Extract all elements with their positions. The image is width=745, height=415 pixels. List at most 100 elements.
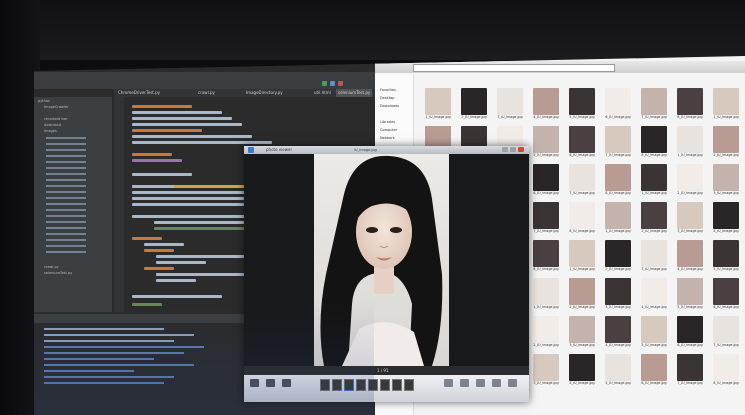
thumbnail-image[interactable] bbox=[677, 354, 703, 381]
thumbnail-image[interactable] bbox=[533, 278, 559, 305]
address-bar[interactable] bbox=[413, 64, 615, 72]
thumbnail-image[interactable] bbox=[713, 164, 739, 191]
thumbnail-image[interactable] bbox=[533, 240, 559, 267]
thumbnail-image[interactable] bbox=[641, 126, 667, 153]
thumbnail-image[interactable] bbox=[461, 88, 487, 115]
zoom-icon[interactable] bbox=[444, 379, 453, 387]
tab-imagedirectory[interactable]: ImageDirectory.py bbox=[244, 89, 285, 97]
thumbnail-image[interactable] bbox=[677, 240, 703, 267]
fullscreen-icon[interactable] bbox=[492, 379, 501, 387]
side-libraries[interactable]: Libraries bbox=[380, 120, 395, 124]
thumbnail-image[interactable] bbox=[533, 202, 559, 229]
thumbnail-image[interactable] bbox=[713, 354, 739, 381]
minimize-icon[interactable] bbox=[502, 147, 508, 152]
share-icon[interactable] bbox=[476, 379, 485, 387]
tab-crawl[interactable]: crawl.py bbox=[196, 89, 217, 97]
thumbnail-image[interactable] bbox=[713, 278, 739, 305]
code-line bbox=[154, 227, 254, 230]
thumbnail-image[interactable] bbox=[605, 164, 631, 191]
thumbnail-image[interactable] bbox=[641, 202, 667, 229]
console-line bbox=[44, 346, 204, 348]
tab-chromedrivertest[interactable]: ChromeDriverTest.py bbox=[116, 89, 162, 97]
stop-icon[interactable] bbox=[338, 81, 343, 86]
thumbnail-image[interactable] bbox=[533, 164, 559, 191]
thumbnail-image[interactable] bbox=[677, 164, 703, 191]
thumbnail-label: 6_IU_image.jpg bbox=[533, 191, 559, 195]
thumbnail-image[interactable] bbox=[533, 88, 559, 115]
thumbnail-image[interactable] bbox=[677, 316, 703, 343]
tree-item-download[interactable]: download bbox=[44, 123, 61, 127]
thumbnail-image[interactable] bbox=[713, 316, 739, 343]
thumbnail-image[interactable] bbox=[713, 202, 739, 229]
filmstrip-thumb[interactable] bbox=[404, 379, 414, 391]
filmstrip-thumb[interactable] bbox=[380, 379, 390, 391]
thumbnail-image[interactable] bbox=[605, 316, 631, 343]
filmstrip-thumb[interactable] bbox=[332, 379, 342, 391]
thumbnail-image[interactable] bbox=[533, 354, 559, 381]
thumbnail-image[interactable] bbox=[497, 88, 523, 115]
thumbnail-image[interactable] bbox=[569, 316, 595, 343]
viewer-canvas[interactable] bbox=[244, 154, 529, 366]
thumbnail-image[interactable] bbox=[713, 88, 739, 115]
thumbnail-image[interactable] bbox=[569, 126, 595, 153]
thumbnail-image[interactable] bbox=[677, 126, 703, 153]
thumbnail-image[interactable] bbox=[605, 240, 631, 267]
side-network[interactable]: Network bbox=[380, 136, 395, 140]
close-icon[interactable] bbox=[518, 147, 524, 152]
thumbnail-image[interactable] bbox=[605, 354, 631, 381]
side-computer[interactable]: Computer bbox=[380, 128, 397, 132]
maximize-icon[interactable] bbox=[510, 147, 516, 152]
code-line bbox=[156, 279, 196, 282]
thumbnail-image[interactable] bbox=[641, 88, 667, 115]
run-icon[interactable] bbox=[322, 81, 327, 86]
tab-seleniumtest[interactable]: seleniumTest.py bbox=[336, 89, 373, 97]
thumbnail-image[interactable] bbox=[569, 240, 595, 267]
console-line bbox=[44, 376, 174, 378]
thumbnail-image[interactable] bbox=[605, 88, 631, 115]
thumbnail-image[interactable] bbox=[569, 164, 595, 191]
filmstrip-thumb[interactable] bbox=[368, 379, 378, 391]
tab-util[interactable]: util.html bbox=[312, 89, 333, 97]
thumbnail-image[interactable] bbox=[677, 278, 703, 305]
thumbnail-image[interactable] bbox=[569, 354, 595, 381]
thumbnail-image[interactable] bbox=[641, 316, 667, 343]
thumbnail-image[interactable] bbox=[641, 164, 667, 191]
thumbnail-image[interactable] bbox=[569, 202, 595, 229]
thumbnail-image[interactable] bbox=[677, 202, 703, 229]
thumbnail-label: 8_IU_image.jpg bbox=[605, 191, 631, 195]
thumbnail-image[interactable] bbox=[425, 88, 451, 115]
thumbnail-image[interactable] bbox=[713, 240, 739, 267]
thumbnail-image[interactable] bbox=[569, 278, 595, 305]
thumbnail-image[interactable] bbox=[533, 126, 559, 153]
settings-icon[interactable] bbox=[508, 379, 517, 387]
delete-icon[interactable] bbox=[282, 379, 291, 387]
thumbnail-label: 7_IU_image.jpg bbox=[605, 153, 631, 157]
tree-item-crawl[interactable]: crawl.py bbox=[44, 265, 59, 269]
thumbnail-image[interactable] bbox=[533, 316, 559, 343]
tree-item-seleniumtest[interactable]: seleniumTest.py bbox=[44, 271, 72, 275]
tree-item-chromedriver[interactable]: chromedriver bbox=[44, 117, 68, 121]
thumbnail-image[interactable] bbox=[605, 278, 631, 305]
edit-icon[interactable] bbox=[460, 379, 469, 387]
thumbnail-image[interactable] bbox=[677, 88, 703, 115]
rotate-right-icon[interactable] bbox=[266, 379, 275, 387]
filmstrip-thumb-active[interactable] bbox=[344, 379, 354, 391]
thumbnail-image[interactable] bbox=[641, 240, 667, 267]
side-downloads[interactable]: Downloads bbox=[380, 104, 399, 108]
side-favorites[interactable]: Favorites bbox=[380, 88, 396, 92]
filmstrip-thumb[interactable] bbox=[392, 379, 402, 391]
side-desktop[interactable]: Desktop bbox=[380, 96, 394, 100]
filmstrip-thumb[interactable] bbox=[320, 379, 330, 391]
thumbnail-image[interactable] bbox=[605, 202, 631, 229]
tree-item-images[interactable]: images bbox=[44, 129, 57, 133]
thumbnail-image[interactable] bbox=[713, 126, 739, 153]
debug-icon[interactable] bbox=[330, 81, 335, 86]
rotate-left-icon[interactable] bbox=[250, 379, 259, 387]
tree-item-imagecrawler[interactable]: ImageCrawler bbox=[44, 105, 68, 109]
thumbnail-image[interactable] bbox=[569, 88, 595, 115]
thumbnail-image[interactable] bbox=[605, 126, 631, 153]
filmstrip-thumb[interactable] bbox=[356, 379, 366, 391]
tree-root[interactable]: python bbox=[38, 99, 50, 103]
thumbnail-image[interactable] bbox=[641, 354, 667, 381]
thumbnail-image[interactable] bbox=[641, 278, 667, 305]
